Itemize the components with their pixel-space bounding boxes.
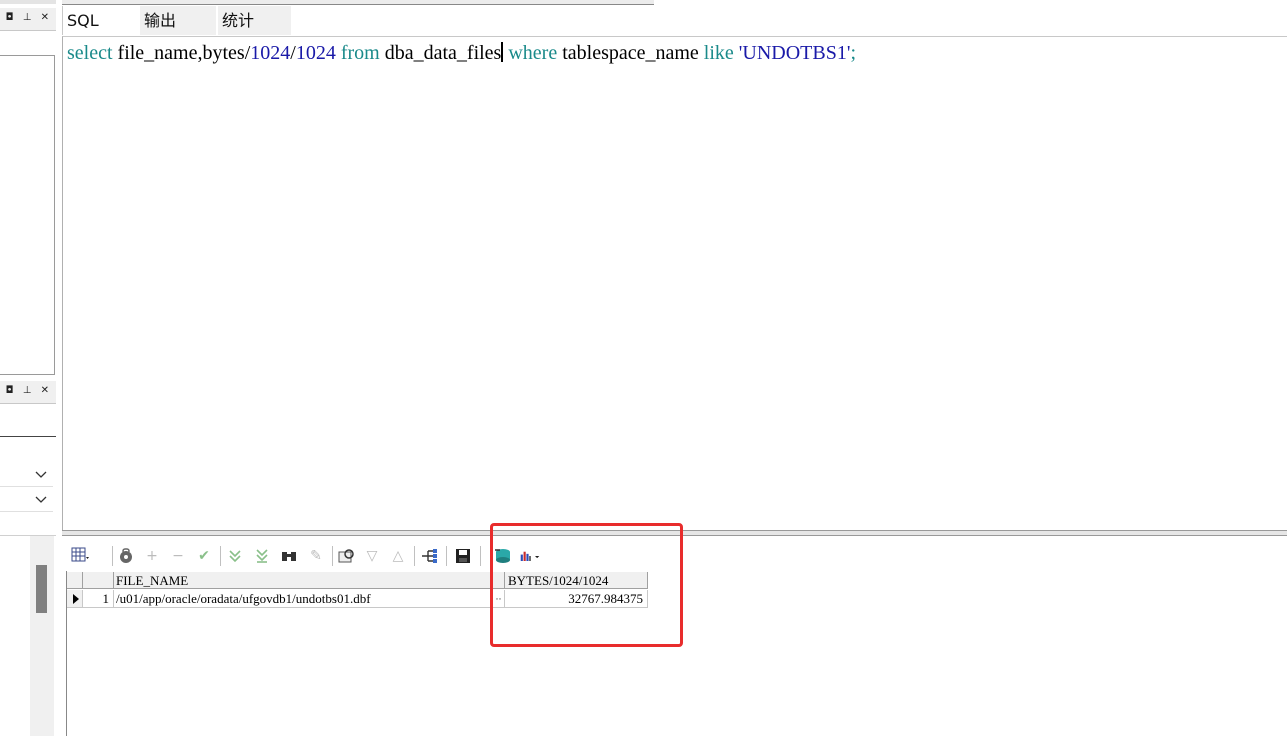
delete-record-icon[interactable]: −: [168, 546, 188, 566]
current-row-arrow-icon: [73, 594, 79, 604]
sql-token: file_name,bytes/: [112, 42, 251, 64]
sql-token: select: [67, 42, 113, 64]
highlight-annotation-box: [490, 523, 683, 647]
sql-token: like: [703, 42, 734, 64]
sql-token: tablespace_name: [557, 42, 704, 64]
query-by-example-icon[interactable]: [337, 546, 357, 566]
lock-icon[interactable]: [116, 546, 136, 566]
row-selector[interactable]: [67, 590, 83, 608]
tab-sql[interactable]: SQL: [62, 6, 140, 35]
tab-output[interactable]: 输出: [140, 6, 216, 35]
chevron-down-icon[interactable]: [35, 468, 47, 480]
left-combo-2[interactable]: [0, 489, 53, 512]
fetch-next-icon[interactable]: [225, 546, 245, 566]
left-panel-list-1[interactable]: [0, 55, 55, 375]
sql-token: dba_data_files: [379, 42, 502, 64]
save-disk-icon[interactable]: [453, 546, 473, 566]
sql-token: 1024: [295, 42, 336, 64]
sql-token: ;: [850, 42, 857, 64]
panel-window-buttons[interactable]: ◘ ⊥ ✕: [6, 12, 52, 23]
row-number: 1: [83, 590, 114, 608]
find-binoculars-icon[interactable]: [279, 546, 299, 566]
left-combo-1[interactable]: [0, 464, 53, 487]
sql-window-tabs: SQL 输出 统计: [62, 6, 1287, 36]
sort-descending-icon[interactable]: ▽: [362, 546, 382, 566]
left-panel-header-1: ◘ ⊥ ✕: [0, 8, 56, 31]
chevron-down-icon[interactable]: [35, 493, 47, 505]
add-record-icon[interactable]: +: [142, 546, 162, 566]
sort-ascending-icon[interactable]: △: [388, 546, 408, 566]
fetch-last-icon[interactable]: [252, 546, 272, 566]
cell-file-name[interactable]: /u01/app/oracle/oradata/ufgovdb1/undotbs…: [114, 590, 493, 608]
sql-token: where: [508, 42, 558, 64]
post-changes-icon[interactable]: ✔: [194, 546, 214, 566]
column-header-file-name[interactable]: FILE_NAME: [114, 572, 493, 589]
clear-eraser-icon[interactable]: ✎: [306, 546, 326, 566]
left-panel-header-2: ◘ ⊥ ✕: [0, 381, 56, 404]
left-panel-divider: [0, 436, 56, 437]
left-panel-top-strip: [0, 0, 56, 4]
export-tree-icon[interactable]: [419, 546, 439, 566]
panel-window-buttons-2[interactable]: ◘ ⊥ ✕: [6, 385, 52, 396]
scrollbar-thumb[interactable]: [36, 565, 47, 613]
sql-editor[interactable]: select file_name,bytes/1024/1024 from db…: [62, 36, 1287, 531]
sql-token: 'UNDOTBS1': [738, 42, 851, 64]
top-toolbar-strip: [62, 0, 654, 5]
row-number-header: [83, 572, 114, 589]
sql-token: from: [340, 42, 380, 64]
tab-statistics[interactable]: 统计: [218, 6, 291, 35]
grid-corner-header: [67, 572, 83, 589]
sql-statement-line[interactable]: select file_name,bytes/1024/1024 from db…: [67, 42, 856, 65]
sql-token: 1024: [250, 42, 291, 64]
grid-options-icon[interactable]: [71, 546, 91, 566]
